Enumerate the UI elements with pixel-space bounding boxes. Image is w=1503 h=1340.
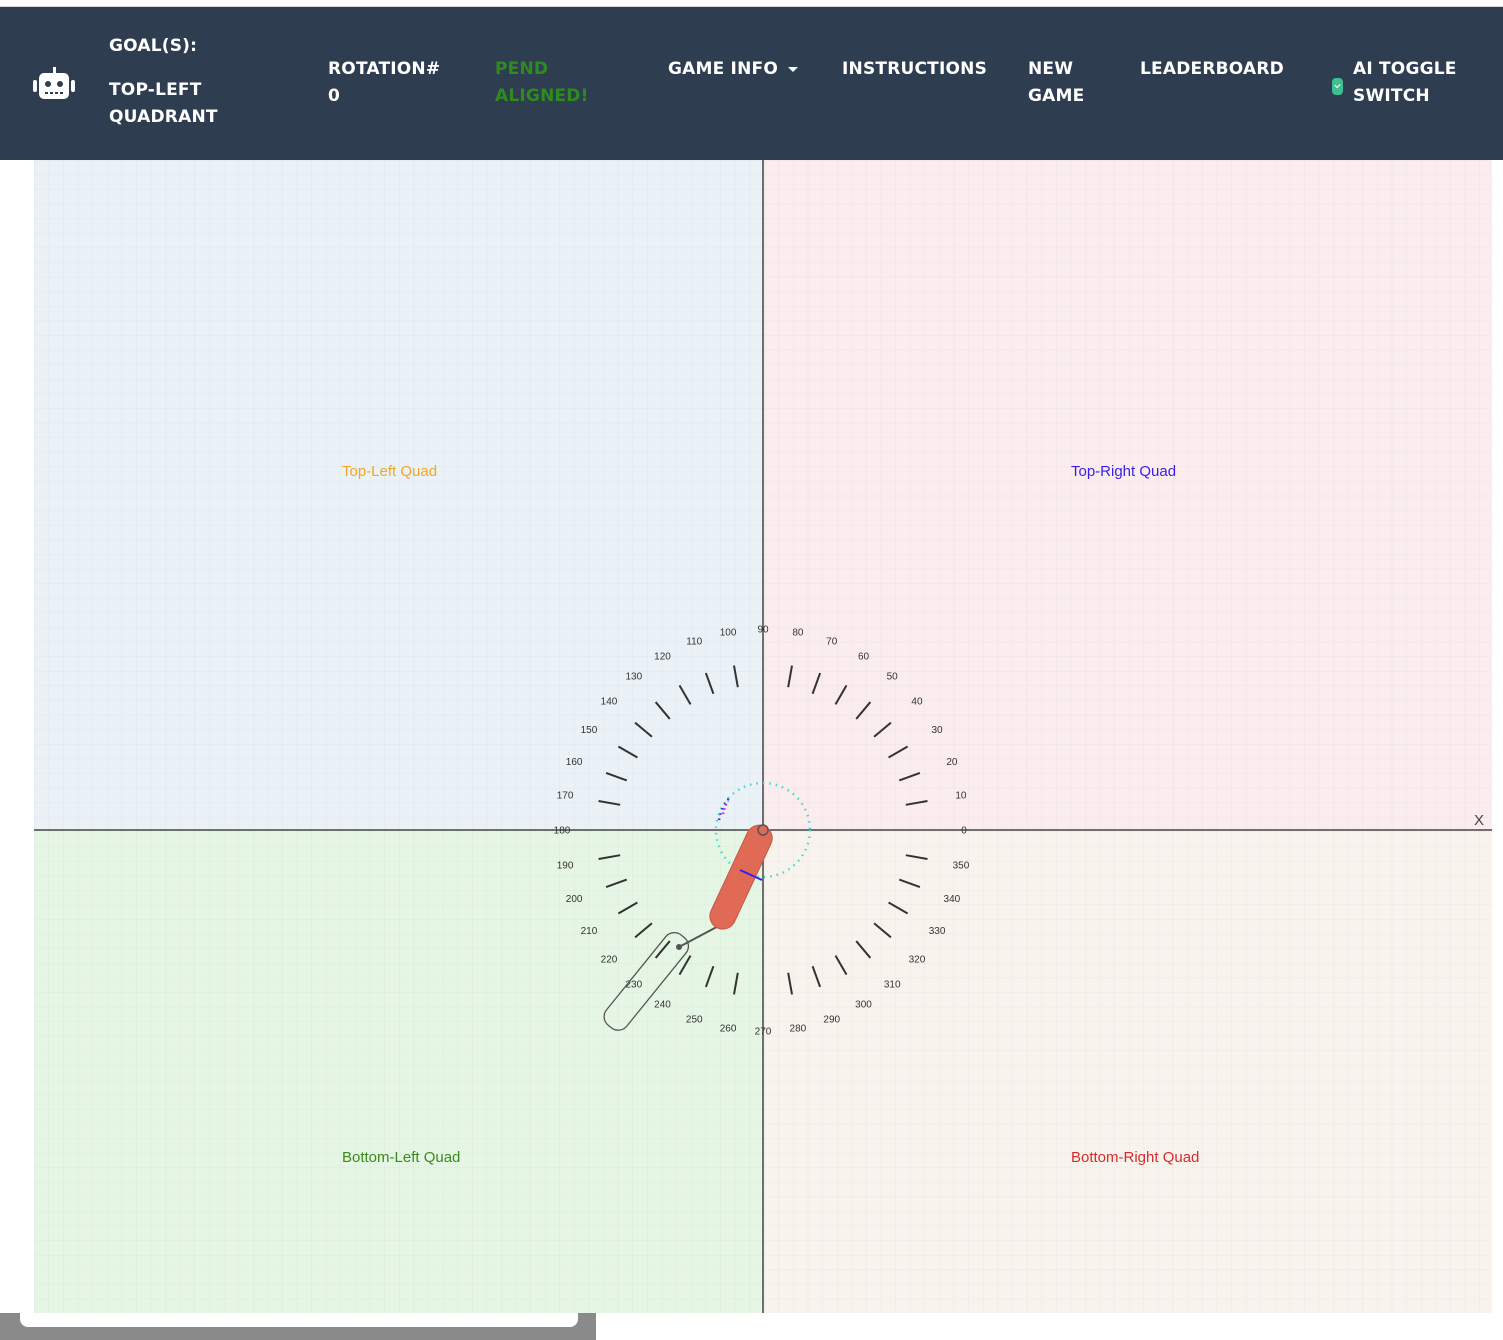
- chevron-down-icon: [787, 66, 798, 72]
- dial-label: 80: [792, 628, 804, 639]
- dial-label: 70: [826, 637, 838, 648]
- new-game-line2: GAME: [1028, 86, 1085, 106]
- dial-label: 330: [929, 926, 946, 937]
- pend-status-line1: PEND: [495, 59, 549, 79]
- dial-label: 240: [654, 1000, 671, 1011]
- dial-label: 180: [554, 826, 571, 837]
- x-axis-label: X: [1474, 812, 1484, 829]
- dial-label: 170: [557, 791, 574, 802]
- dial-label: 150: [581, 725, 598, 736]
- dial-label: 350: [953, 860, 970, 871]
- dial-label: 10: [955, 791, 967, 802]
- ai-toggle-label[interactable]: AI TOGGLE SWITCH: [1353, 56, 1457, 110]
- pend-status-line2: ALIGNED!: [495, 86, 589, 106]
- goal-value-line1: TOP-LEFT: [109, 80, 202, 100]
- dial-label: 310: [884, 979, 901, 990]
- leaderboard-link[interactable]: LEADERBOARD: [1140, 56, 1284, 83]
- dial-label: 120: [654, 651, 671, 662]
- instructions-label: INSTRUCTIONS: [842, 59, 988, 79]
- dial-label: 30: [932, 725, 944, 736]
- pivot-point: [757, 824, 769, 836]
- dial-label: 220: [601, 955, 618, 966]
- dial-label: 270: [755, 1027, 772, 1038]
- quadrant-label-top-right: Top-Right Quad: [1071, 463, 1176, 480]
- ai-toggle-line2: SWITCH: [1353, 86, 1430, 106]
- dial-label: 50: [887, 672, 899, 683]
- game-board[interactable]: X Top-Left Quad Top-Right Quad Bottom-Le…: [34, 160, 1492, 1313]
- game-info-label: GAME INFO: [668, 59, 778, 79]
- game-info-dropdown[interactable]: GAME INFO: [668, 56, 798, 83]
- dial-label: 210: [581, 926, 598, 937]
- pend-status: PEND ALIGNED!: [495, 56, 589, 110]
- quadrant-label-bottom-left: Bottom-Left Quad: [342, 1149, 460, 1166]
- navbar: GOAL(S): TOP-LEFT QUADRANT ROTATION# 0 P…: [0, 7, 1503, 160]
- ai-toggle-switch[interactable]: [1332, 78, 1343, 95]
- goal-title: GOAL(S):: [109, 36, 198, 56]
- dial-label: 190: [557, 860, 574, 871]
- dial-label: 340: [944, 894, 961, 905]
- new-game-line1: NEW: [1028, 59, 1074, 79]
- rotation-value: 0: [328, 86, 341, 106]
- dial-label: 100: [720, 628, 737, 639]
- new-game-button[interactable]: NEW GAME: [1028, 56, 1084, 110]
- dial-label: 140: [601, 696, 618, 707]
- quadrant-label-bottom-right: Bottom-Right Quad: [1071, 1149, 1199, 1166]
- dial-label: 300: [855, 1000, 872, 1011]
- top-border: [0, 0, 1503, 7]
- dial-label: 20: [946, 757, 958, 768]
- robot-icon[interactable]: [33, 67, 75, 101]
- dial-label: 250: [686, 1014, 703, 1025]
- ai-toggle-line1: AI TOGGLE: [1353, 59, 1457, 79]
- dial-label: 90: [757, 625, 769, 636]
- game-board-canvas[interactable]: X Top-Left Quad Top-Right Quad Bottom-Le…: [34, 160, 1492, 1313]
- rotation-counter: ROTATION# 0: [328, 56, 440, 110]
- dial-label: 260: [720, 1023, 737, 1034]
- dial-label: 290: [823, 1014, 840, 1025]
- dial-label: 130: [625, 672, 642, 683]
- dial-label: 110: [686, 637, 702, 648]
- goal-value-line2: QUADRANT: [109, 107, 218, 127]
- dial-label: 40: [911, 696, 923, 707]
- bottom-card: [20, 1313, 578, 1327]
- rod-joint-lower: [676, 944, 682, 950]
- dial-label: 0: [961, 826, 967, 837]
- rotation-label: ROTATION#: [328, 59, 441, 79]
- dial-label: 230: [625, 979, 642, 990]
- dial-label: 60: [858, 651, 870, 662]
- leaderboard-label: LEADERBOARD: [1140, 59, 1284, 79]
- dial-label: 320: [909, 955, 926, 966]
- quadrant-label-top-left: Top-Left Quad: [342, 463, 437, 480]
- instructions-link[interactable]: INSTRUCTIONS: [842, 56, 987, 83]
- dial-label: 200: [566, 894, 583, 905]
- dial-label: 280: [790, 1023, 807, 1034]
- dial-label: 160: [566, 757, 583, 768]
- goal-display: GOAL(S): TOP-LEFT QUADRANT: [109, 33, 218, 131]
